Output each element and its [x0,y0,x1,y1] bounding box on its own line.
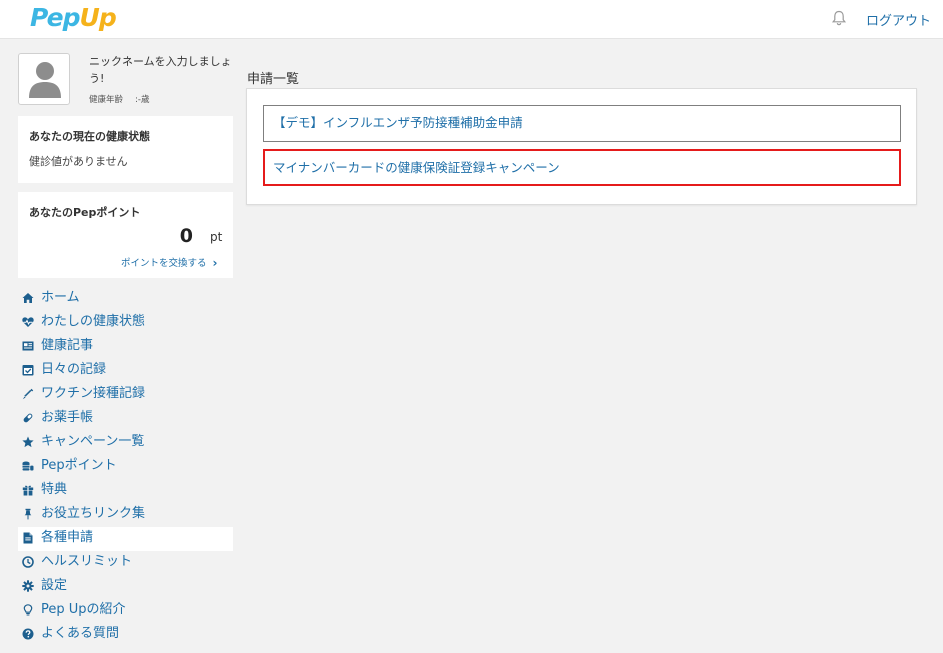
heartbeat-icon [22,316,34,328]
calendar-icon [22,364,34,376]
user-silhouette-icon [29,62,61,98]
top-header: PepUp ログアウト [0,0,943,39]
exchange-points-link[interactable]: ポイントを交換する › [121,255,218,270]
sidebar-item-benefits[interactable]: 特典 [18,479,233,503]
sidebar-item-introduction[interactable]: Pep Upの紹介 [18,599,233,623]
sidebar-item-settings[interactable]: 設定 [18,575,233,599]
health-age-value: :-歳 [135,95,150,105]
clock-icon [22,556,34,568]
application-list-panel: 【デモ】インフルエンザ予防接種補助金申請 マイナンバーカードの健康保険証登録キャ… [246,88,917,205]
sidebar-item-home[interactable]: ホーム [18,287,233,311]
pep-points-value: 0 [179,225,193,247]
sidebar-item-label: よくある質問 [41,626,120,641]
application-item-mynumber-campaign[interactable]: マイナンバーカードの健康保険証登録キャンペーン [263,149,901,186]
pepup-logo[interactable]: PepUp [30,3,117,32]
sidebar-item-label: ヘルスリミット [41,554,133,569]
pill-icon [22,412,34,424]
profile-summary: ニックネームを入力しましょう! 健康年齢:-歳 [18,53,233,109]
sidebar-nav: ホーム わたしの健康状態 健康記事 日々の記録 ワクチン接種記録 お薬手帳 キャ… [18,287,233,647]
sidebar-item-label: 特典 [41,482,68,497]
sidebar-item-label: お役立ちリンク集 [41,506,146,521]
sidebar-item-applications[interactable]: 各種申請 [18,527,233,551]
pep-points-card: あなたのPepポイント 0 pt ポイントを交換する › [18,192,233,278]
logo-text-accent: Up [79,3,117,32]
gift-icon [22,484,34,496]
health-status-title: あなたの現在の健康状態 [29,130,150,143]
sidebar-item-label: 設定 [41,578,68,593]
document-icon [22,532,34,544]
bell-icon[interactable] [830,9,848,27]
health-status-text: 健診値がありません [29,155,128,168]
coins-icon [22,460,34,472]
star-icon [22,436,34,448]
sidebar-item-daily-records[interactable]: 日々の記録 [18,359,233,383]
exchange-points-label: ポイントを交換する [121,258,207,269]
pep-points-title: あなたのPepポイント [29,206,141,219]
health-status-card: あなたの現在の健康状態 健診値がありません [18,116,233,183]
sidebar-item-campaigns[interactable]: キャンペーン一覧 [18,431,233,455]
chevron-right-icon: › [212,256,218,270]
home-icon [22,292,34,304]
syringe-icon [22,388,34,400]
logo-text-main: Pep [30,3,81,32]
avatar[interactable] [18,53,70,105]
health-age: 健康年齢 :-歳 [89,93,149,105]
sidebar-item-label: 各種申請 [41,530,94,545]
pin-icon [22,508,34,520]
sidebar-item-label: Pep Upの紹介 [41,602,126,617]
sidebar-item-medicine-book[interactable]: お薬手帳 [18,407,233,431]
sidebar-item-label: Pepポイント [41,458,117,473]
health-age-label: 健康年齢 [89,95,124,105]
sidebar-item-useful-links[interactable]: お役立ちリンク集 [18,503,233,527]
sidebar-item-faq[interactable]: よくある質問 [18,623,233,647]
sidebar-item-label: 健康記事 [41,338,94,353]
sidebar-item-label: キャンペーン一覧 [41,434,145,449]
pep-points-unit: pt [210,230,223,244]
sidebar-item-label: わたしの健康状態 [41,314,146,329]
sidebar-item-label: ワクチン接種記録 [41,386,146,401]
lightbulb-icon [22,604,34,616]
sidebar-item-vaccination[interactable]: ワクチン接種記録 [18,383,233,407]
sidebar-item-health-limit[interactable]: ヘルスリミット [18,551,233,575]
logout-link[interactable]: ログアウト [866,10,931,29]
sidebar-item-label: 日々の記録 [41,362,107,377]
sidebar-item-health-articles[interactable]: 健康記事 [18,335,233,359]
question-icon [22,628,34,640]
nickname-prompt[interactable]: ニックネームを入力しましょう! [89,53,239,87]
gear-icon [22,580,34,592]
sidebar-item-health-status[interactable]: わたしの健康状態 [18,311,233,335]
sidebar-item-label: お薬手帳 [41,410,94,425]
newspaper-icon [22,340,34,352]
sidebar-item-label: ホーム [41,290,80,305]
page-title: 申請一覧 [247,72,300,87]
application-item-flu-subsidy[interactable]: 【デモ】インフルエンザ予防接種補助金申請 [263,105,901,142]
sidebar-item-pep-points[interactable]: Pepポイント [18,455,233,479]
